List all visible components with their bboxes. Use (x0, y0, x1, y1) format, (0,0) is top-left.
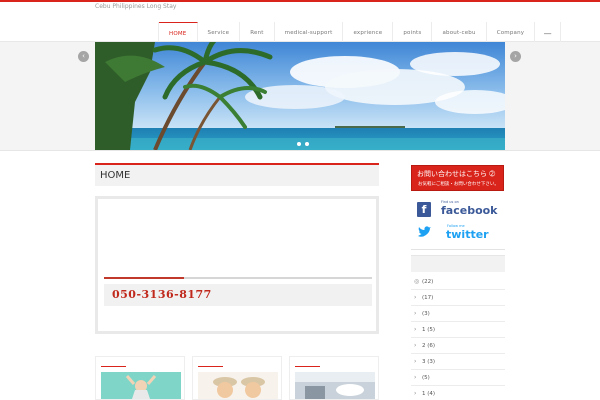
site-tagline[interactable]: Cebu Philippines Long Stay (95, 3, 176, 10)
chevron-right-icon: › (414, 326, 417, 333)
feature-card[interactable] (95, 356, 185, 400)
card-image[interactable] (101, 372, 181, 399)
page-title: HOME (100, 170, 131, 181)
card-image[interactable] (198, 372, 278, 399)
phone-number[interactable]: 050-3136-8177 (112, 288, 212, 301)
nav-item-points[interactable]: points (393, 22, 433, 44)
divider (411, 249, 505, 250)
contact-subtitle: お気軽にご相談・お問い合わせ下さい。 (418, 182, 499, 187)
sidebar: お問い合わせはこちら ➁ お気軽にご相談・お問い合わせ下さい。 f Find u… (410, 160, 506, 400)
nav-item-exprience[interactable]: exprience (343, 22, 394, 44)
chevron-right-icon: › (414, 294, 417, 301)
slider-next-button[interactable]: › (510, 51, 521, 62)
list-item[interactable]: › 2 (6) (411, 338, 505, 354)
chevron-right-icon: › (414, 390, 417, 397)
contact-title: お問い合わせはこちら ➁ (417, 170, 496, 178)
chevron-right-icon: › (414, 358, 417, 365)
list-item[interactable]: › (17) (411, 290, 505, 306)
card-image[interactable] (295, 372, 375, 399)
feature-card[interactable] (289, 356, 379, 400)
list-item-label: 3 (3) (422, 358, 436, 365)
list-item[interactable]: › 3 (3) (411, 354, 505, 370)
chevron-right-icon: › (414, 310, 417, 317)
category-list: ◎ (22) › (17) › (3) › 1 (5) › 2 (6) › 3 … (411, 274, 505, 400)
twitter-icon (416, 225, 432, 241)
chevron-right-icon: › (414, 374, 417, 381)
list-item-label: 1 (5) (422, 326, 436, 333)
facebook-icon: f (417, 202, 431, 217)
facebook-label: facebook (441, 204, 498, 217)
twitter-link[interactable]: Follow me twitter (415, 224, 503, 244)
list-item-label: (17) (422, 294, 434, 301)
hero-image (95, 42, 505, 150)
site-header: Cebu Philippines Long Stay HOME Service … (0, 0, 600, 44)
list-item-label: 1 (4) (422, 390, 436, 397)
main-nav: HOME Service Rent medical-support exprie… (158, 22, 562, 44)
list-item-label: (22) (422, 278, 434, 285)
rss-icon: ◎ (414, 278, 420, 285)
nav-item-medical-support[interactable]: medical-support (275, 22, 344, 44)
card-accent (295, 366, 320, 367)
list-item-label: (3) (422, 310, 430, 317)
list-item-label: 2 (6) (422, 342, 436, 349)
chevron-right-icon: › (414, 342, 417, 349)
card-accent (101, 366, 126, 367)
nav-item-about-cebu[interactable]: about-cebu (432, 22, 487, 44)
menu-icon[interactable]: — (535, 22, 562, 44)
slider-dot[interactable] (297, 142, 301, 146)
feature-cards (95, 356, 379, 400)
nav-item-company[interactable]: Company (487, 22, 536, 44)
list-item-label: (5) (422, 374, 430, 381)
video-embed[interactable]: 050-3136-8177 (95, 196, 379, 334)
contact-button[interactable]: お問い合わせはこちら ➁ お気軽にご相談・お問い合わせ下さい。 (411, 165, 504, 191)
phone-banner: 050-3136-8177 (104, 284, 372, 306)
feature-card[interactable] (192, 356, 282, 400)
twitter-label: twitter (446, 228, 489, 241)
list-item[interactable]: › (5) (411, 370, 505, 386)
card-accent (198, 366, 223, 367)
nav-item-home[interactable]: HOME (159, 22, 198, 44)
sidebar-widget-header (411, 255, 505, 272)
nav-item-rent[interactable]: Rent (240, 22, 275, 44)
page-title-bar: HOME (95, 163, 379, 186)
facebook-link[interactable]: f Find us on facebook (415, 200, 503, 220)
list-item[interactable]: ◎ (22) (411, 274, 505, 290)
nav-item-service[interactable]: Service (198, 22, 241, 44)
slider-prev-button[interactable]: ‹ (78, 51, 89, 62)
slider-pagination (297, 142, 309, 146)
list-item[interactable]: › (3) (411, 306, 505, 322)
slider-dot[interactable] (305, 142, 309, 146)
divider-accent (104, 277, 184, 279)
list-item[interactable]: › 1 (4) (411, 386, 505, 400)
list-item[interactable]: › 1 (5) (411, 322, 505, 338)
